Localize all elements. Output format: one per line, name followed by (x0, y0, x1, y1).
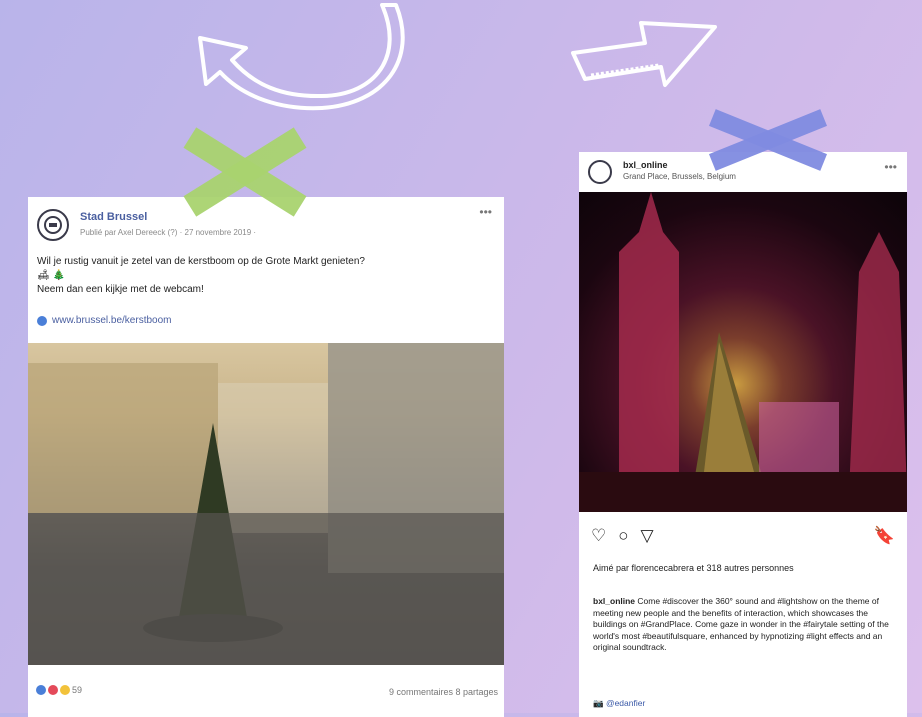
post-meta: Publié par Axel Dereeck (?) · 27 novembr… (80, 228, 257, 237)
green-cross-icon (183, 127, 307, 217)
christmas-tree-photo (579, 192, 907, 512)
caption-text: Come #discover the 360° sound and #light… (593, 596, 889, 652)
post-text-line1: Wil je rustig vanuit je zetel van de ker… (37, 256, 365, 267)
username[interactable]: bxl_online (623, 160, 668, 170)
more-options-icon[interactable]: ••• (479, 205, 492, 219)
user-avatar[interactable] (588, 160, 612, 184)
instagram-post-card: bxl_online Grand Place, Brussels, Belgiu… (579, 152, 907, 717)
curved-arrow-icon (198, 3, 405, 111)
page-avatar[interactable] (37, 209, 69, 241)
comment-icon[interactable]: ○ (618, 526, 628, 546)
caption: bxl_online Come #discover the 360° sound… (593, 596, 893, 654)
right-arrow-icon (571, 21, 717, 87)
bxl-logo-icon (44, 216, 62, 234)
photo-credit[interactable]: 📷 @edanfier (593, 698, 645, 709)
love-reaction-icon (48, 685, 58, 695)
reactions-count: 59 (72, 685, 83, 695)
post-footer: 59 9 commentaires 8 partages (28, 677, 504, 707)
heart-icon[interactable]: ♡ (591, 526, 606, 546)
post-actions: ♡ ○ ▽ (591, 526, 654, 546)
like-reaction-icon (36, 685, 46, 695)
post-text: Wil je rustig vanuit je zetel van de ker… (37, 255, 497, 297)
blue-cross-icon (708, 109, 828, 171)
post-text-emoji: 🛋 🎄 (37, 270, 65, 281)
post-text-line2: Neem dan een kijkje met de webcam! (37, 284, 204, 295)
globe-icon (37, 315, 47, 326)
share-icon[interactable]: ▽ (641, 526, 654, 546)
grand-place-photo (28, 343, 504, 665)
post-photo[interactable] (579, 192, 907, 512)
post-link[interactable]: www.brussel.be/kerstboom (37, 315, 172, 326)
wow-reaction-icon (60, 685, 70, 695)
reactions[interactable]: 59 (36, 685, 82, 695)
caption-username[interactable]: bxl_online (593, 596, 635, 606)
comments-shares[interactable]: 9 commentaires 8 partages (389, 687, 498, 697)
post-link-text[interactable]: www.brussel.be/kerstboom (52, 315, 172, 326)
likes-text[interactable]: Aimé par florencecabrera et 318 autres p… (593, 562, 893, 574)
post-photo[interactable] (28, 343, 504, 665)
more-options-icon[interactable]: ••• (884, 160, 897, 174)
page-name[interactable]: Stad Brussel (80, 211, 147, 223)
bookmark-icon[interactable]: 🔖 (874, 526, 895, 546)
facebook-post-card: Stad Brussel Publié par Axel Dereeck (?)… (28, 197, 504, 717)
